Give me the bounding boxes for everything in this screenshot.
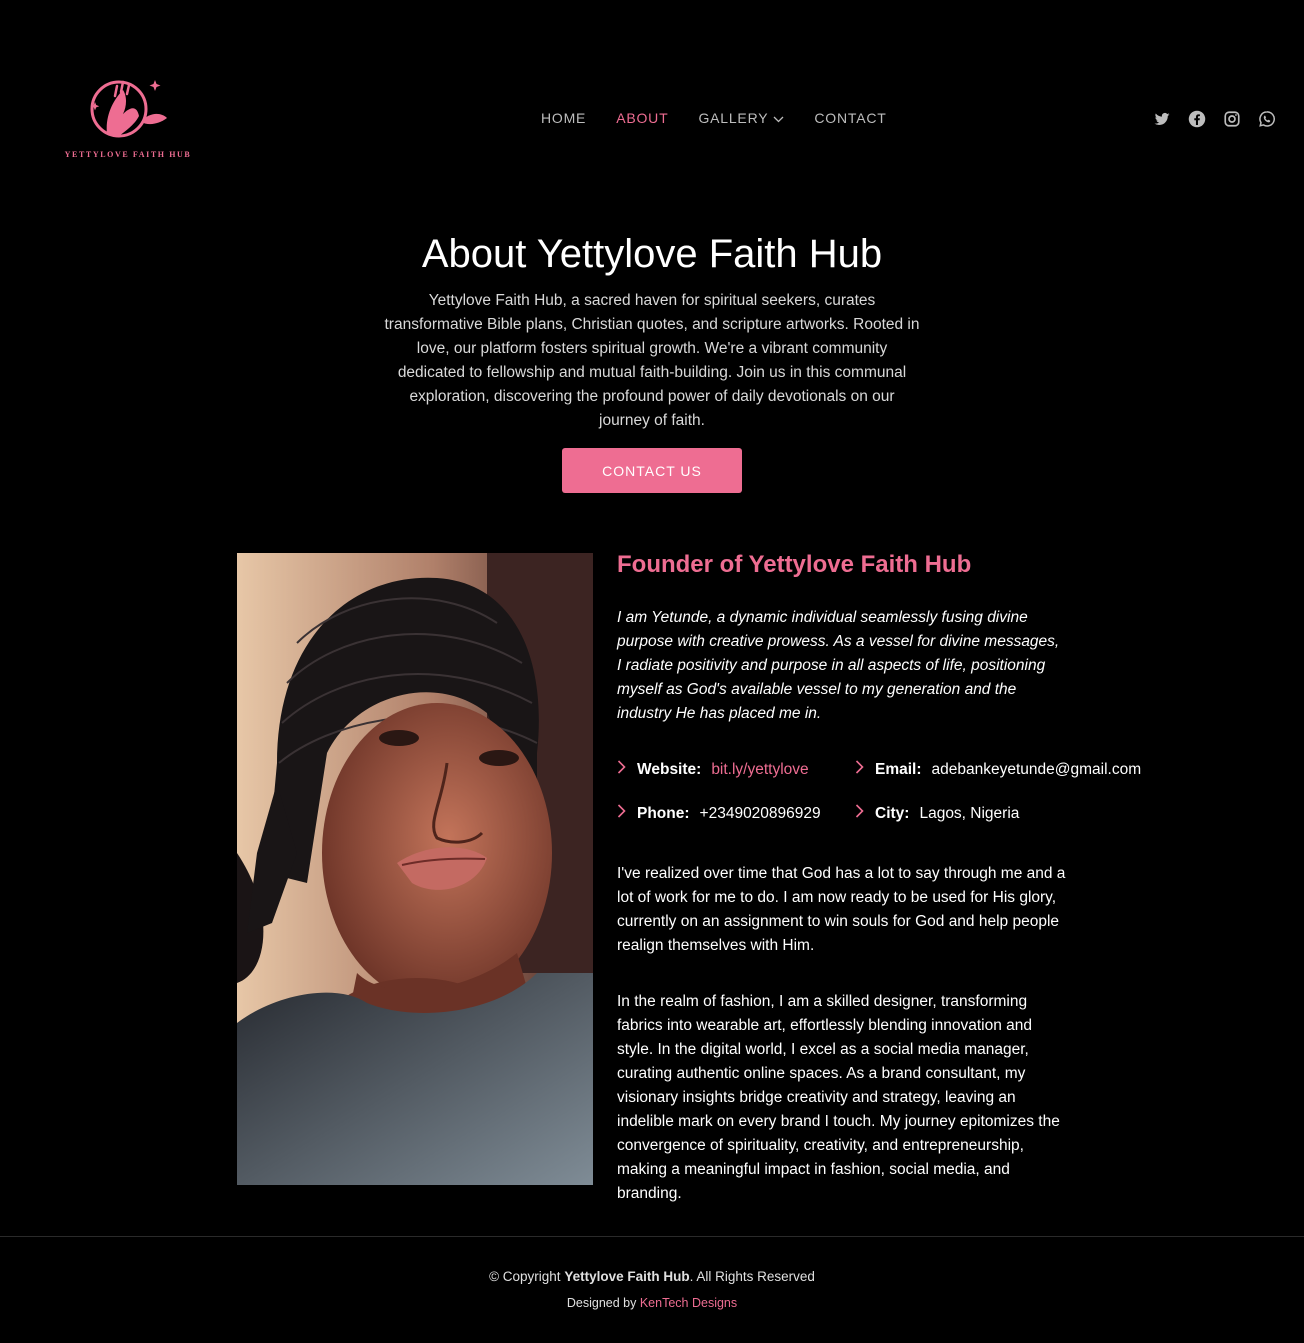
email-value: adebankeyetunde@gmail.com: [931, 760, 1142, 778]
phone-info: Phone: +2349020896929: [617, 804, 821, 823]
nav-contact[interactable]: CONTACT: [814, 110, 886, 126]
twitter-icon[interactable]: [1153, 110, 1171, 128]
facebook-icon[interactable]: [1188, 110, 1206, 128]
main-nav: HOME ABOUT GALLERY CONTACT: [541, 110, 917, 126]
copyright-suffix: . All Rights Reserved: [689, 1269, 815, 1284]
nav-home[interactable]: HOME: [541, 110, 586, 126]
hero-description: Yettylove Faith Hub, a sacred haven for …: [384, 292, 920, 429]
nav-about[interactable]: ABOUT: [616, 110, 668, 126]
copyright-brand: Yettylove Faith Hub: [564, 1269, 690, 1284]
site-logo[interactable]: YETTYLOVE FAITH HUB: [55, 76, 201, 160]
copyright: © Copyright Yettylove Faith Hub. All Rig…: [0, 1269, 1304, 1284]
nav-gallery-label: GALLERY: [698, 110, 769, 126]
instagram-icon[interactable]: [1223, 110, 1241, 128]
chevron-right-icon: [855, 760, 867, 779]
praying-hands-logo-icon: [90, 80, 167, 138]
email-info: Email: adebankeyetunde@gmail.com: [855, 760, 1141, 779]
footer-divider: [0, 1236, 1304, 1237]
nav-gallery[interactable]: GALLERY: [698, 110, 784, 126]
designed-prefix: Designed by: [566, 1296, 637, 1310]
founder-photo: [237, 553, 593, 1185]
designer-link[interactable]: KenTech Designs: [640, 1296, 737, 1310]
site-header: YETTYLOVE FAITH HUB HOME ABOUT GALLERY C…: [0, 0, 1304, 240]
chevron-right-icon: [855, 804, 867, 823]
chevron-right-icon: [617, 760, 629, 779]
designer-credit: Designed by KenTech Designs: [0, 1296, 1304, 1310]
chevron-down-icon: [773, 110, 784, 126]
city-value: Lagos, Nigeria: [919, 804, 1020, 822]
website-link[interactable]: bit.ly/yettylove: [711, 761, 808, 779]
contact-us-button[interactable]: CONTACT US: [562, 448, 742, 493]
logo-text: YETTYLOVE FAITH HUB: [64, 150, 192, 159]
phone-label: Phone:: [637, 804, 690, 822]
website-label: Website:: [637, 760, 702, 778]
founder-paragraph-calling: I've realized over time that God has a l…: [617, 865, 1066, 954]
email-label: Email:: [875, 760, 922, 778]
founder-paragraph-career: In the realm of fashion, I am a skilled …: [617, 993, 1060, 1202]
phone-value: +2349020896929: [699, 804, 821, 822]
social-links: [1153, 110, 1276, 128]
founder-heading: Founder of Yettylove Faith Hub: [617, 551, 972, 578]
city-info: City: Lagos, Nigeria: [855, 804, 1019, 823]
website-info: Website: bit.ly/yettylove: [617, 760, 809, 779]
page-title: About Yettylove Faith Hub: [421, 232, 883, 276]
copyright-prefix: © Copyright: [489, 1269, 561, 1284]
whatsapp-icon[interactable]: [1258, 110, 1276, 128]
city-label: City:: [875, 804, 910, 822]
chevron-right-icon: [617, 804, 629, 823]
founder-intro: I am Yetunde, a dynamic individual seaml…: [617, 609, 1060, 722]
